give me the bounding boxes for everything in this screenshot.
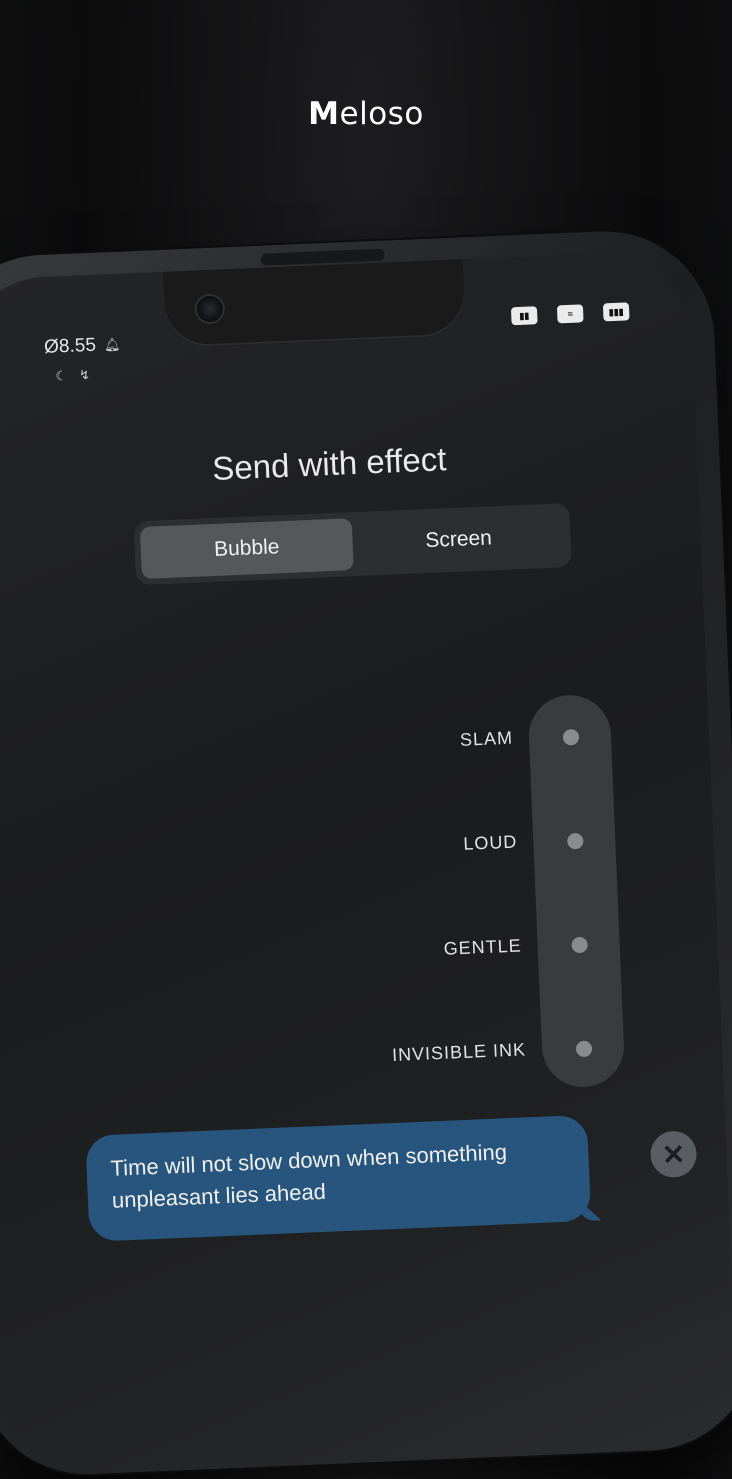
effect-label-invisible-ink[interactable]: INVISIBLE INK bbox=[392, 1039, 527, 1066]
app-brand: Meloso bbox=[0, 96, 732, 132]
tab-bubble[interactable]: Bubble bbox=[139, 518, 354, 580]
close-button[interactable]: ✕ bbox=[649, 1130, 698, 1179]
message-bubble: Time will not slow down when something u… bbox=[85, 1114, 591, 1242]
bell-icon: 🔔︎ bbox=[103, 336, 121, 353]
brand-initial: M bbox=[308, 96, 340, 132]
mute-icon: ↯ bbox=[78, 367, 91, 383]
effect-dot-loud[interactable] bbox=[566, 832, 584, 850]
effect-dot-gentle[interactable] bbox=[571, 936, 589, 954]
effect-label-slam[interactable]: SLAM bbox=[460, 728, 514, 751]
effect-picker: SLAM LOUD GENTLE INVISIBLE INK bbox=[392, 693, 638, 1102]
phone-frame: Ø8.55 🔔︎ ☾ ↯ ▮▮ ≈ ▮▮▮ Send with effect B… bbox=[0, 226, 732, 1479]
message-text: Time will not slow down when something u… bbox=[110, 1139, 508, 1213]
effect-track bbox=[527, 693, 626, 1089]
moon-icon: ☾ bbox=[55, 367, 68, 384]
notch bbox=[162, 253, 467, 348]
wifi-icon: ≈ bbox=[556, 304, 584, 324]
brand-rest: eloso bbox=[339, 96, 424, 132]
signal-icon: ▮▮ bbox=[510, 306, 538, 326]
bubble-tail bbox=[578, 1198, 601, 1221]
status-time-group: Ø8.55 🔔︎ bbox=[44, 334, 121, 359]
page-title: Send with effect bbox=[211, 440, 448, 487]
effect-type-segmented-control: Bubble Screen bbox=[133, 503, 572, 586]
effect-dot-slam[interactable] bbox=[562, 728, 580, 746]
status-sub-icons: ☾ ↯ bbox=[55, 367, 90, 384]
front-camera bbox=[194, 293, 226, 325]
effect-label-loud[interactable]: LOUD bbox=[463, 832, 518, 855]
status-right-icons: ▮▮ ≈ ▮▮▮ bbox=[510, 302, 630, 326]
close-icon: ✕ bbox=[661, 1138, 686, 1171]
phone-screen: Ø8.55 🔔︎ ☾ ↯ ▮▮ ≈ ▮▮▮ Send with effect B… bbox=[0, 249, 732, 1478]
effect-dot-invisible-ink[interactable] bbox=[575, 1040, 593, 1058]
battery-icon: ▮▮▮ bbox=[602, 302, 630, 322]
status-time: Ø8.55 bbox=[43, 334, 97, 358]
effect-label-gentle[interactable]: GENTLE bbox=[443, 935, 522, 959]
tab-screen[interactable]: Screen bbox=[352, 509, 566, 570]
